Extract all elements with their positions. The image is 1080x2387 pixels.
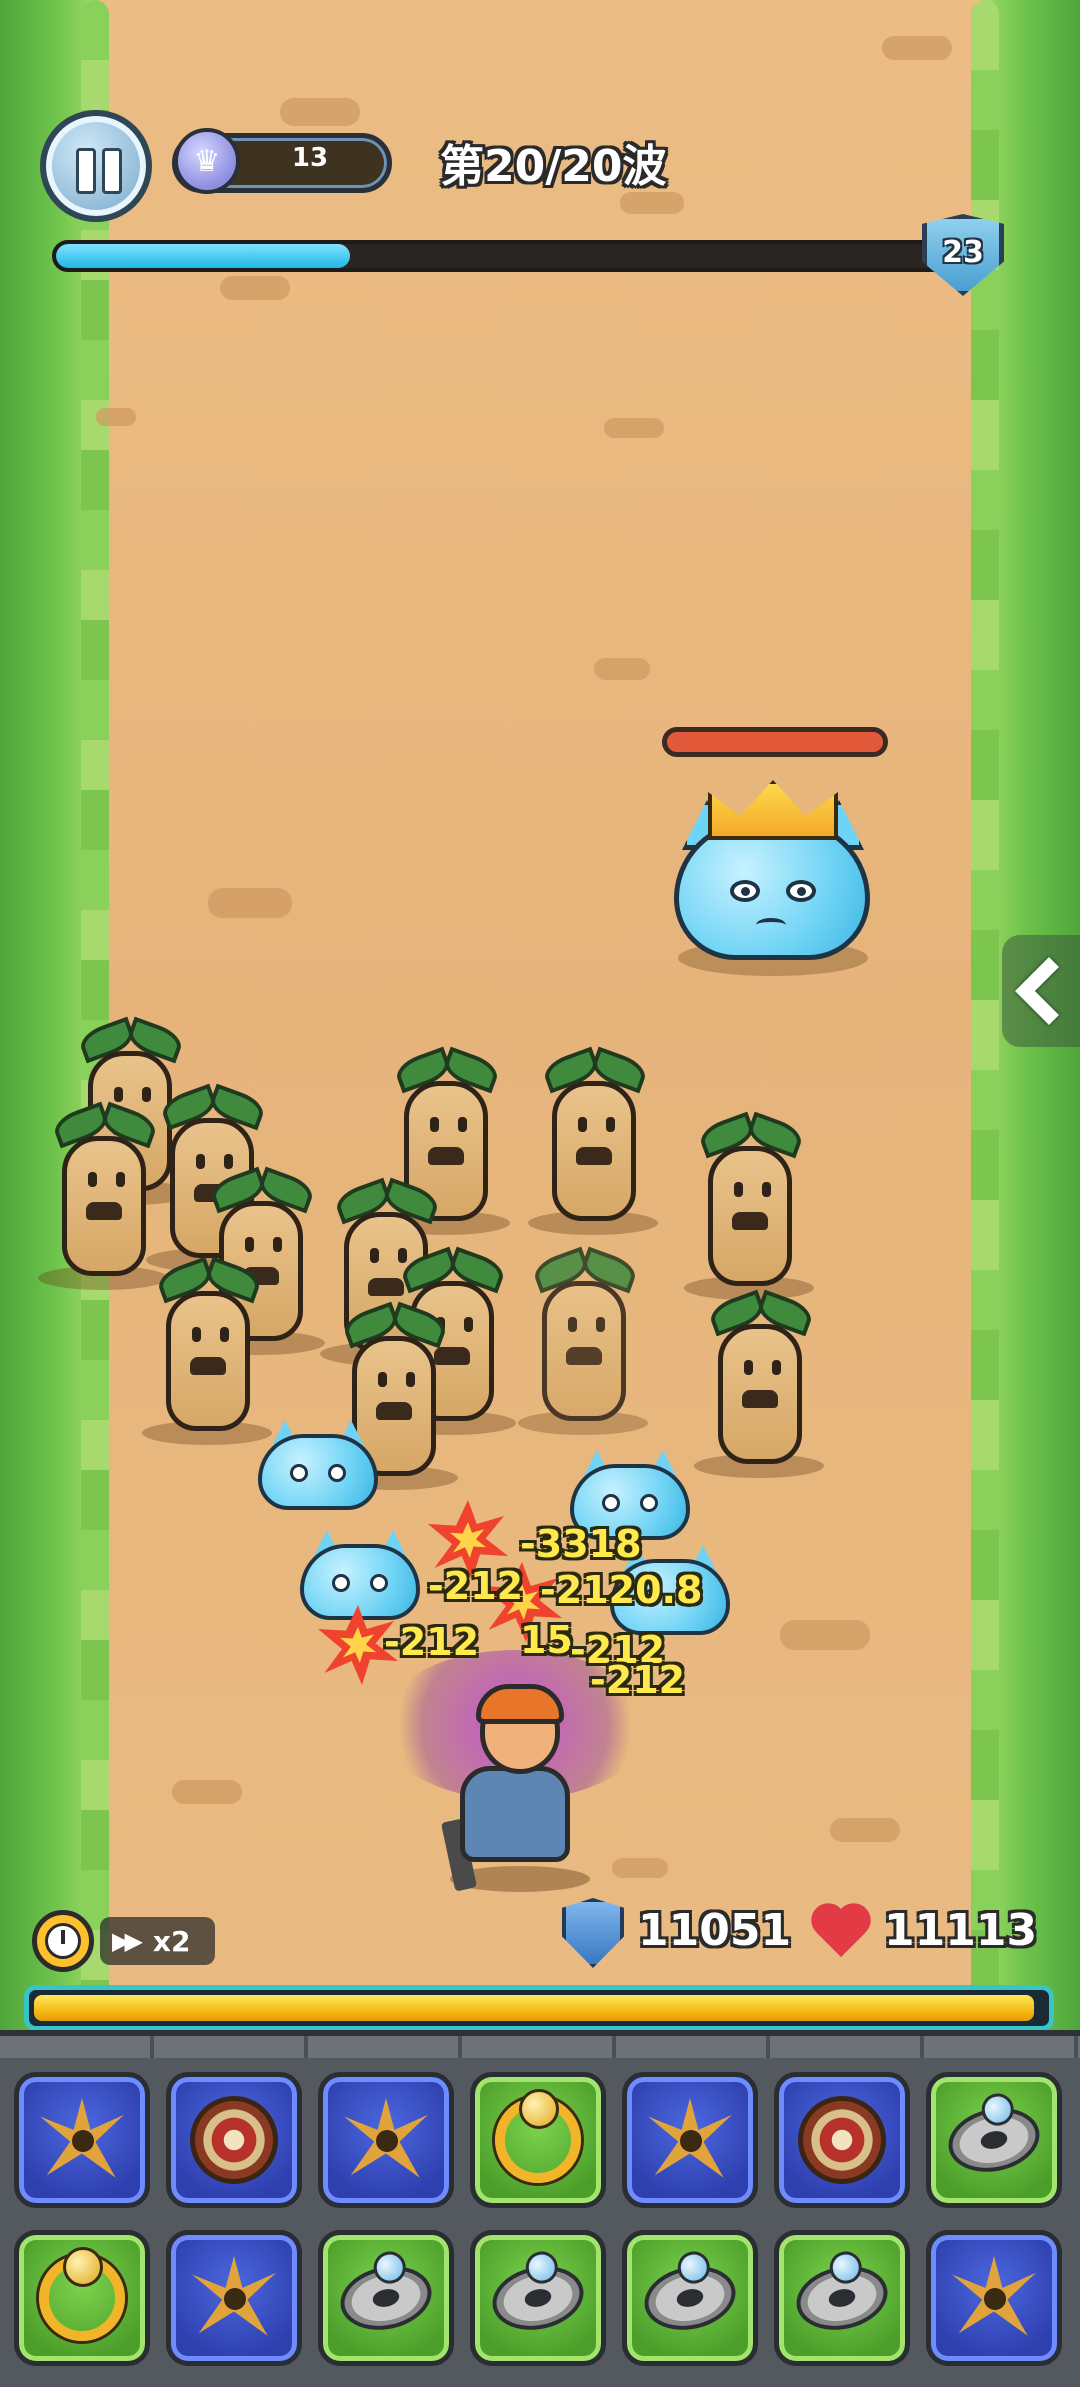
- damage-number: -212: [428, 1564, 524, 1608]
- shuriken-icon: [192, 2256, 276, 2336]
- ring-icon: [334, 2258, 438, 2338]
- enemy-sprout: [518, 1246, 648, 1435]
- inventory-slot[interactable]: [926, 2230, 1062, 2366]
- heart-icon: [812, 1905, 874, 1961]
- ring-icon: [790, 2258, 894, 2338]
- wave-progress-bar: [52, 240, 952, 272]
- inventory-panel: [0, 2030, 1080, 2387]
- speed-label: x2: [152, 1924, 191, 1958]
- level-number: 23: [942, 234, 984, 270]
- necklace-icon: [39, 2247, 125, 2341]
- inventory-slot[interactable]: [470, 2230, 606, 2366]
- damage-number: -2120.8: [540, 1568, 703, 1612]
- enemy-sprout: [38, 1101, 168, 1290]
- speed-toggle-button[interactable]: ▶▶ x2: [100, 1917, 215, 1965]
- ground-pebble: [280, 98, 360, 126]
- crown-count: 13: [291, 143, 329, 173]
- enemy-sprout: [684, 1111, 814, 1300]
- inventory-slot[interactable]: [166, 2230, 302, 2366]
- inventory-slot[interactable]: [470, 2072, 606, 2208]
- ground-pebble: [620, 192, 684, 214]
- damage-number: 15: [520, 1618, 573, 1662]
- fast-forward-icon: ▶▶: [112, 1927, 143, 1955]
- ground-pebble: [594, 658, 650, 680]
- ground-pebble: [612, 1858, 668, 1878]
- shuriken-icon: [344, 2098, 428, 2178]
- inventory-slot[interactable]: [318, 2230, 454, 2366]
- ring-icon: [638, 2258, 742, 2338]
- inventory-slot[interactable]: [622, 2072, 758, 2208]
- ground-pebble: [220, 276, 290, 300]
- speed-timer-icon: [32, 1910, 94, 1972]
- ground-pebble: [882, 36, 952, 60]
- inventory-slot[interactable]: [318, 2072, 454, 2208]
- inventory-slot[interactable]: [622, 2230, 758, 2366]
- ground-pebble: [172, 1780, 242, 1804]
- ring-icon: [942, 2100, 1046, 2180]
- enemy-slime: [300, 1530, 420, 1620]
- necklace-icon: [495, 2089, 581, 2183]
- enemy-sprout: [142, 1256, 272, 1445]
- pause-button[interactable]: [40, 110, 152, 222]
- round-shield-icon: [798, 2096, 886, 2184]
- shield-value: 11051: [638, 1905, 792, 1956]
- inventory-slot[interactable]: [926, 2072, 1062, 2208]
- shuriken-icon: [40, 2098, 124, 2178]
- boss-king-slime: [668, 780, 878, 980]
- grass-border-left: [0, 0, 109, 2030]
- damage-number: -3318: [520, 1522, 642, 1566]
- round-shield-icon: [190, 2096, 278, 2184]
- crown-icon: ♛: [174, 128, 240, 194]
- player-hero: [380, 1650, 650, 1892]
- wave-progress-fill: [56, 244, 351, 268]
- pause-icon: [76, 148, 96, 194]
- energy-bar: [24, 1985, 1054, 2031]
- ground-pebble: [604, 418, 664, 438]
- shuriken-icon: [648, 2098, 732, 2178]
- ground-pebble: [96, 408, 136, 426]
- enemy-sprout: [694, 1289, 824, 1478]
- side-panel-toggle[interactable]: [1002, 935, 1080, 1047]
- inventory-slot[interactable]: [774, 2072, 910, 2208]
- ground-pebble: [830, 1818, 900, 1842]
- ring-icon: [486, 2258, 590, 2338]
- inventory-slot[interactable]: [14, 2230, 150, 2366]
- energy-bar-fill: [34, 1995, 1034, 2021]
- ground-pebble: [780, 1620, 870, 1650]
- enemy-slime: [258, 1420, 378, 1510]
- boss-health-bar: [662, 727, 888, 757]
- enemy-sprout: [528, 1046, 658, 1235]
- inventory-slot[interactable]: [774, 2230, 910, 2366]
- ground-pebble: [208, 888, 292, 918]
- shuriken-icon: [952, 2256, 1036, 2336]
- chevron-left-icon: [1015, 957, 1080, 1025]
- wave-counter: 第20/20波: [440, 141, 667, 192]
- inventory-slot[interactable]: [166, 2072, 302, 2208]
- health-value: 11113: [884, 1905, 1038, 1956]
- damage-number: -212: [590, 1658, 686, 1702]
- inventory-slot[interactable]: [14, 2072, 150, 2208]
- damage-number: -212: [384, 1620, 480, 1664]
